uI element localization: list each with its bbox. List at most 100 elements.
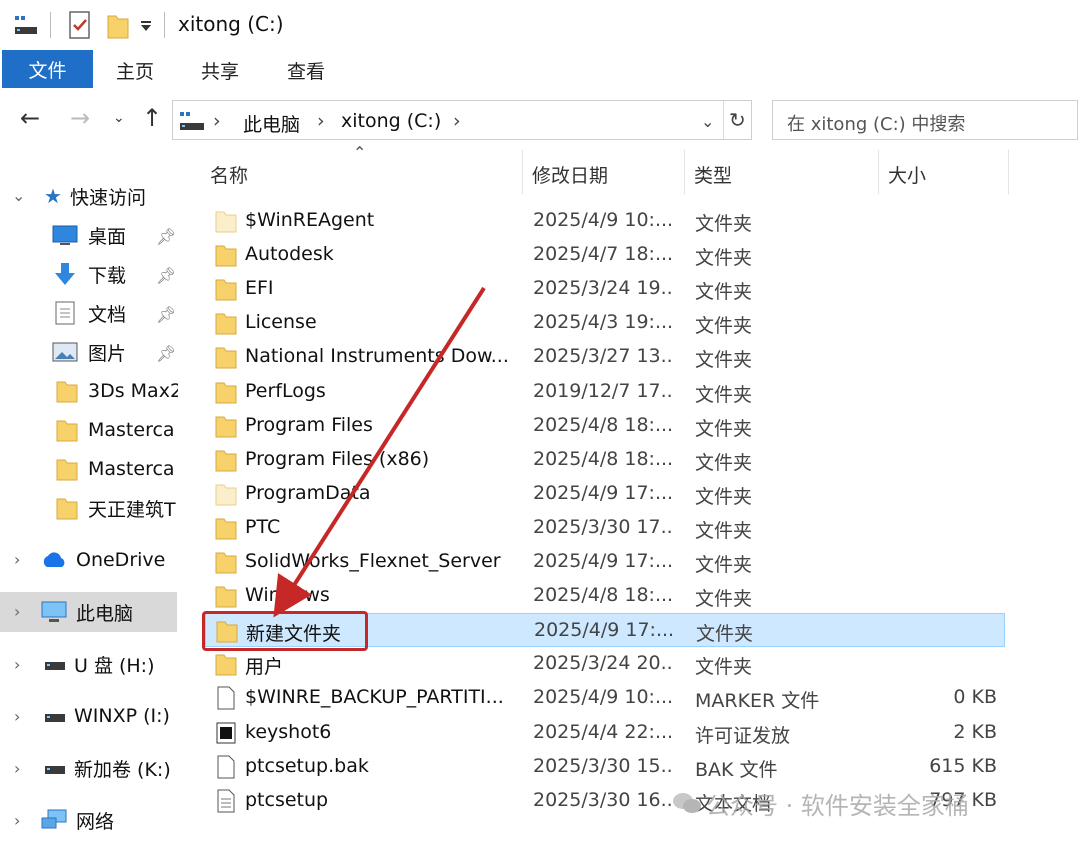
file-row[interactable]: Program Files 2025/4/8 18:... 文件夹: [205, 409, 1005, 443]
nav-item-documents[interactable]: 文档: [52, 295, 126, 331]
address-bar[interactable]: › 此电脑 › xitong (C:) › ⌄ ↻: [172, 100, 752, 140]
file-type: 文件夹: [695, 213, 753, 235]
nav-item-recent-folder[interactable]: 天正建筑T: [56, 490, 178, 526]
pin-icon[interactable]: 📌︎: [156, 227, 176, 246]
file-row[interactable]: ProgramData 2025/4/9 17:... 文件夹: [205, 477, 1005, 511]
nav-drive[interactable]: WINXP (I:): [44, 698, 170, 734]
column-header-type[interactable]: 类型: [694, 161, 732, 188]
address-history-chevron-icon[interactable]: ⌄: [701, 112, 714, 131]
expand-chevron-icon[interactable]: ›: [14, 811, 20, 830]
nav-this-pc[interactable]: 此电脑: [40, 594, 133, 630]
breadcrumb-separator[interactable]: ›: [317, 110, 325, 132]
nav-item-recent-folder[interactable]: 3Ds Max2: [56, 373, 178, 409]
file-row[interactable]: PTC 2025/3/30 17... 文件夹: [205, 511, 1005, 545]
expand-chevron-icon[interactable]: ›: [14, 707, 20, 726]
nav-onedrive[interactable]: OneDrive: [40, 542, 165, 578]
folder-icon: [215, 347, 237, 369]
column-divider[interactable]: [522, 150, 523, 194]
file-type: MARKER 文件: [695, 690, 820, 712]
file-name: keyshot6: [245, 721, 332, 743]
file-type: 文件夹: [695, 418, 753, 440]
nav-item-pictures[interactable]: 图片: [52, 334, 126, 370]
column-header-date[interactable]: 修改日期: [532, 161, 608, 188]
file-type: 文件夹: [695, 452, 753, 474]
new-folder-icon[interactable]: [106, 10, 130, 40]
folder-icon: [215, 654, 237, 676]
drive-icon[interactable]: [14, 14, 38, 36]
computer-icon: [180, 112, 204, 130]
expand-chevron-icon[interactable]: ›: [14, 602, 20, 621]
nav-item-recent-folder[interactable]: Masterca: [56, 451, 178, 487]
column-divider[interactable]: [1008, 150, 1009, 194]
forward-button[interactable]: →: [70, 104, 90, 132]
file-size: 2 KB: [953, 721, 997, 743]
document-icon: [55, 301, 75, 325]
breadcrumb-separator[interactable]: ›: [213, 110, 221, 132]
tab-share[interactable]: 共享: [201, 57, 239, 84]
file-type: 文件夹: [695, 281, 753, 303]
file-row[interactable]: SolidWorks_Flexnet_Server 2025/4/9 17:...…: [205, 545, 1005, 579]
tab-view[interactable]: 查看: [287, 57, 325, 84]
nav-item-desktop[interactable]: 桌面: [52, 217, 126, 253]
file-type: 文件夹: [695, 520, 753, 542]
breadcrumb-separator[interactable]: ›: [453, 110, 461, 132]
file-date: 2025/3/30 15...: [533, 755, 671, 777]
expand-chevron-icon[interactable]: ›: [14, 550, 20, 569]
file-row[interactable]: $WinREAgent 2025/4/9 10:... 文件夹: [205, 204, 1005, 238]
folder-icon: [215, 586, 237, 608]
file-name: National Instruments Dow...: [245, 345, 509, 367]
pin-icon[interactable]: 📌︎: [156, 305, 176, 324]
file-date: 2025/4/9 10:...: [533, 686, 671, 708]
file-date: 2025/4/8 18:...: [533, 448, 671, 470]
nav-drive[interactable]: U 盘 (H:): [44, 646, 155, 682]
search-box[interactable]: 在 xitong (C:) 中搜索: [772, 100, 1078, 140]
recent-locations-chevron-icon[interactable]: ⌄: [113, 110, 125, 126]
column-divider[interactable]: [878, 150, 879, 194]
pin-icon[interactable]: 📌︎: [156, 266, 176, 285]
file-date: 2025/3/30 16...: [533, 789, 671, 811]
tab-home[interactable]: 主页: [116, 57, 154, 84]
file-date: 2025/3/24 20...: [533, 652, 671, 674]
up-button[interactable]: ↑: [142, 104, 162, 132]
search-placeholder: 在 xitong (C:) 中搜索: [787, 114, 966, 135]
properties-icon[interactable]: [68, 10, 92, 40]
column-divider[interactable]: [684, 150, 685, 194]
file-row[interactable]: Windows 2025/4/8 18:... 文件夹: [205, 579, 1005, 613]
expand-chevron-icon[interactable]: ›: [14, 655, 20, 674]
file-date: 2025/4/8 18:...: [533, 584, 671, 606]
tab-file[interactable]: 文件: [2, 50, 93, 88]
file-type: 许可证发放: [695, 725, 791, 747]
nav-drive[interactable]: 新加卷 (K:): [44, 750, 171, 786]
back-button[interactable]: ←: [20, 104, 40, 132]
file-row[interactable]: National Instruments Dow... 2025/3/27 13.…: [205, 340, 1005, 374]
file-row[interactable]: 用户 2025/3/24 20... 文件夹: [205, 647, 1005, 681]
column-header-name[interactable]: 名称: [210, 161, 248, 188]
file-row[interactable]: Program Files (x86) 2025/4/8 18:... 文件夹: [205, 443, 1005, 477]
file-row[interactable]: PerfLogs 2019/12/7 17... 文件夹: [205, 375, 1005, 409]
folder-icon: [56, 420, 78, 442]
file-row[interactable]: keyshot6 2025/4/4 22:... 许可证发放 2 KB: [205, 716, 1005, 750]
column-header-size[interactable]: 大小: [888, 161, 926, 188]
breadcrumb-drive[interactable]: xitong (C:): [341, 110, 441, 132]
file-name: Program Files: [245, 414, 373, 436]
file-row[interactable]: EFI 2025/3/24 19... 文件夹: [205, 272, 1005, 306]
nav-network[interactable]: 网络: [40, 802, 114, 838]
folder-icon: [215, 382, 237, 404]
file-type: 文件夹: [695, 486, 753, 508]
file-row[interactable]: License 2025/4/3 19:... 文件夹: [205, 306, 1005, 340]
folder-icon: [215, 279, 237, 301]
file-row[interactable]: ptcsetup.bak 2025/3/30 15... BAK 文件 615 KB: [205, 750, 1005, 784]
file-row[interactable]: Autodesk 2025/4/7 18:... 文件夹: [205, 238, 1005, 272]
customize-dropdown-icon[interactable]: [140, 20, 152, 32]
file-date: 2025/4/4 22:...: [533, 721, 671, 743]
breadcrumb-this-pc[interactable]: 此电脑: [243, 110, 300, 137]
file-row[interactable]: $WINRE_BACKUP_PARTITI... 2025/4/9 10:... M…: [205, 681, 1005, 715]
pin-icon[interactable]: 📌︎: [156, 344, 176, 363]
nav-item-recent-folder[interactable]: Masterca: [56, 412, 178, 448]
file-name: ProgramData: [245, 482, 371, 504]
refresh-icon[interactable]: ↻: [729, 108, 746, 132]
expand-chevron-icon[interactable]: ›: [14, 759, 20, 778]
nav-quick-access[interactable]: ★ 快速访问: [44, 178, 146, 214]
expand-chevron-icon[interactable]: ⌄: [12, 186, 25, 205]
nav-item-downloads[interactable]: 下载: [52, 256, 126, 292]
